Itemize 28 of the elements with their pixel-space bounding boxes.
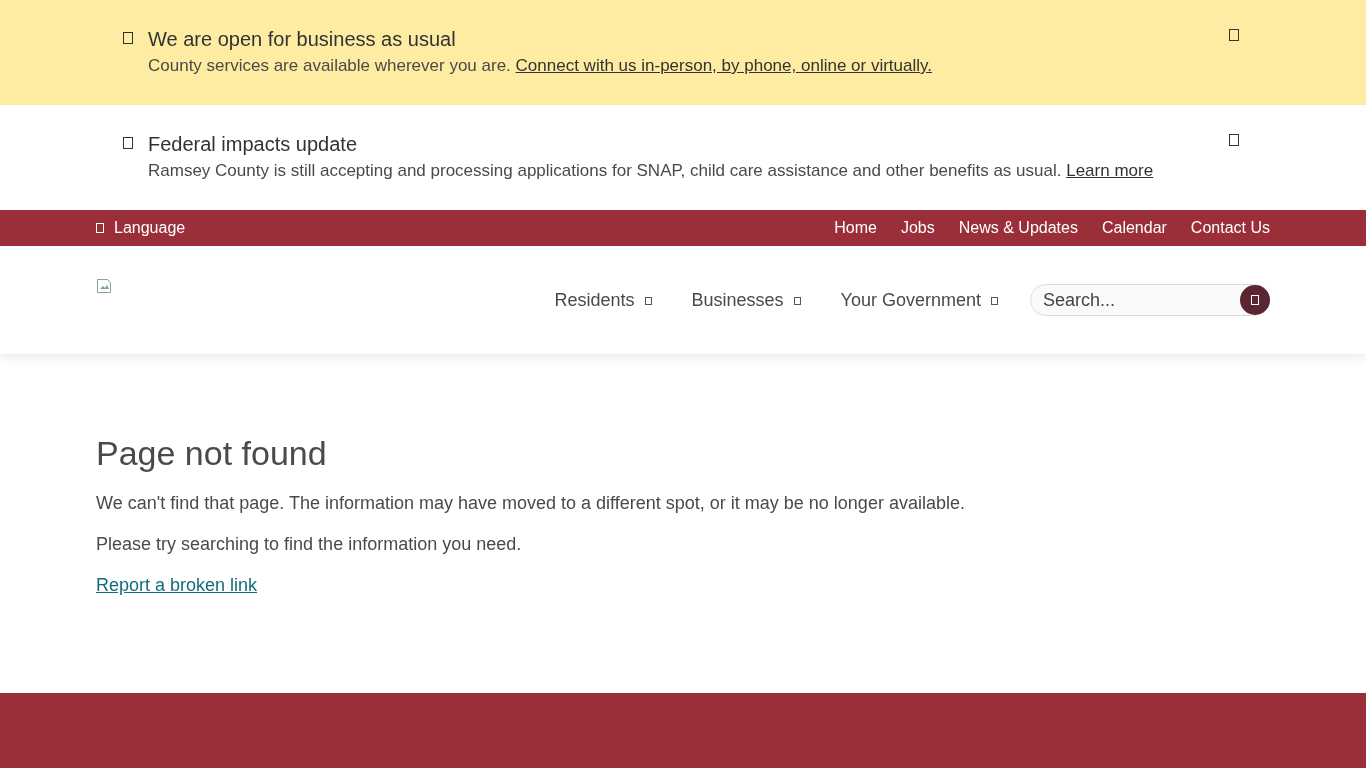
box-icon: [793, 296, 801, 305]
language-link[interactable]: Language: [96, 219, 186, 237]
page-heading: Page not found: [96, 434, 328, 473]
alert-text: County services are available wherever you are. Connect with us in-person, by phone, online or virtually.: [148, 55, 933, 77]
utility-link[interactable]: Calendar: [1101, 219, 1167, 237]
search-button[interactable]: [1240, 285, 1270, 315]
box-icon: [96, 223, 104, 233]
alert-title: Federal impacts update: [148, 132, 358, 157]
utility-link[interactable]: Contact Us: [1190, 219, 1270, 237]
alert-title: We are open for business as usual: [148, 27, 457, 52]
box-icon: [123, 32, 133, 44]
box-icon: [123, 137, 133, 149]
utility-link[interactable]: Jobs: [900, 219, 935, 237]
nav-menu-item[interactable]: Residents: [554, 290, 652, 311]
utility-link[interactable]: Home: [834, 219, 877, 237]
alert-link[interactable]: Learn more: [1066, 161, 1154, 180]
box-icon: [1251, 295, 1259, 305]
nav-menu-item[interactable]: Your Government: [840, 290, 998, 311]
utility-link[interactable]: News & Updates: [958, 219, 1078, 237]
broken-image-icon: [96, 278, 112, 294]
box-icon: [991, 296, 998, 305]
report-link[interactable]: Report a broken link: [96, 575, 258, 595]
body-text: We can't find that page. The information may have moved to a different spot, or it may be no longer available.: [96, 493, 966, 514]
body-text: Please try searching to find the information you need.: [96, 534, 523, 555]
box-icon: [644, 296, 652, 305]
alert-text: Ramsey County is still accepting and processing applications for SNAP, child care assistance and other benefits as usual. Learn more: [148, 160, 1155, 182]
alert-link[interactable]: Connect with us in-person, by phone, online or virtually.: [515, 56, 932, 75]
nav-menu-item[interactable]: Businesses: [691, 290, 801, 311]
